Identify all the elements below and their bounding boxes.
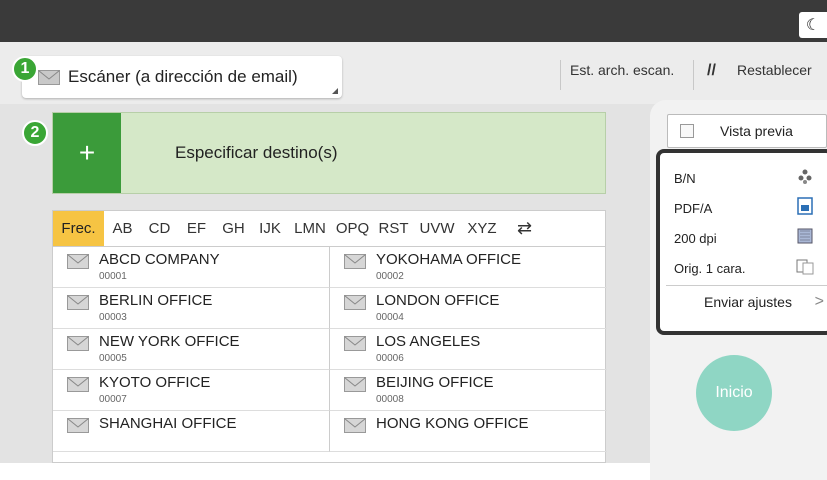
setting-original-sides[interactable]: Orig. 1 cara. xyxy=(660,253,827,283)
tab-xyz[interactable]: XYZ xyxy=(460,211,504,246)
tab-ef[interactable]: EF xyxy=(178,211,215,246)
entry-name: NEW YORK OFFICE xyxy=(99,333,240,350)
address-entry[interactable]: LOS ANGELES 00006 xyxy=(330,329,607,370)
envelope-icon xyxy=(344,336,366,351)
tab-ab[interactable]: AB xyxy=(104,211,141,246)
envelope-icon xyxy=(344,254,366,269)
setting-label: B/N xyxy=(674,171,696,186)
envelope-icon xyxy=(67,295,89,310)
entry-name: HONG KONG OFFICE xyxy=(376,415,529,432)
address-entry[interactable]: HONG KONG OFFICE xyxy=(330,411,607,452)
original-sides-icon xyxy=(796,259,814,275)
tab-cd[interactable]: CD xyxy=(141,211,178,246)
envelope-icon xyxy=(67,377,89,392)
entry-number: 00008 xyxy=(376,394,404,405)
entry-number: 00007 xyxy=(99,394,127,405)
dropdown-corner-icon xyxy=(332,88,338,94)
tab-frec[interactable]: Frec. xyxy=(53,211,104,246)
moon-icon[interactable]: ☾ xyxy=(799,12,827,38)
address-entry[interactable]: ABCD COMPANY 00001 xyxy=(53,247,330,288)
setting-label: 200 dpi xyxy=(674,231,717,246)
specify-destination-button[interactable]: + Especificar destino(s) xyxy=(52,112,606,194)
preview-checkbox[interactable] xyxy=(680,124,694,138)
tab-rst[interactable]: RST xyxy=(373,211,414,246)
entry-name: LOS ANGELES xyxy=(376,333,481,350)
scan-settings-panel: B/N PDF/A 200 dpi Orig. 1 cara. Enviar a… xyxy=(656,149,827,335)
setting-color[interactable]: B/N xyxy=(660,163,827,193)
start-button[interactable]: Inicio xyxy=(696,355,772,431)
envelope-icon xyxy=(67,254,89,269)
tab-lmn[interactable]: LMN xyxy=(288,211,332,246)
address-entry[interactable]: NEW YORK OFFICE 00005 xyxy=(53,329,330,370)
file-type-icon xyxy=(797,197,813,215)
setting-file-type[interactable]: PDF/A xyxy=(660,193,827,223)
toolbar-divider xyxy=(693,60,694,90)
entry-number: 00006 xyxy=(376,353,404,364)
address-entry[interactable]: KYOTO OFFICE 00007 xyxy=(53,370,330,411)
envelope-icon xyxy=(344,418,366,433)
plus-icon: + xyxy=(53,113,121,193)
tab-opq[interactable]: OPQ xyxy=(332,211,373,246)
specify-destination-label: Especificar destino(s) xyxy=(175,143,338,162)
address-book-tabs: Frec. AB CD EF GH IJK LMN OPQ RST UVW XY… xyxy=(53,211,605,247)
envelope-icon xyxy=(67,336,89,351)
entry-number: 00005 xyxy=(99,353,127,364)
top-bar: ☾ xyxy=(0,0,827,42)
preview-toggle[interactable]: Vista previa xyxy=(667,114,827,148)
scanner-mode-label: Escáner (a dirección de email) xyxy=(68,67,298,86)
send-settings-button[interactable]: Enviar ajustes > xyxy=(666,285,827,317)
step-badge-1: 1 xyxy=(12,56,38,82)
store-file-button[interactable]: Est. arch. escan. xyxy=(570,62,674,78)
tab-uvw[interactable]: UVW xyxy=(414,211,460,246)
address-entry[interactable]: BEIJING OFFICE 00008 xyxy=(330,370,607,411)
send-settings-label: Enviar ajustes xyxy=(704,293,792,310)
entry-name: LONDON OFFICE xyxy=(376,292,500,309)
setting-resolution[interactable]: 200 dpi xyxy=(660,223,827,253)
resolution-icon xyxy=(797,228,813,244)
preview-label: Vista previa xyxy=(720,123,793,139)
entry-number: 00003 xyxy=(99,312,127,323)
entry-name: ABCD COMPANY xyxy=(99,251,220,268)
address-list: ABCD COMPANY 00001 YOKOHAMA OFFICE 00002… xyxy=(53,247,607,452)
swap-icon[interactable]: ⇄ xyxy=(504,211,545,246)
reset-button[interactable]: Restablecer xyxy=(737,62,812,78)
tab-ijk[interactable]: IJK xyxy=(252,211,288,246)
toolbar-divider xyxy=(560,60,561,90)
address-entry[interactable]: SHANGHAI OFFICE xyxy=(53,411,330,452)
setting-label: PDF/A xyxy=(674,201,713,216)
entry-name: KYOTO OFFICE xyxy=(99,374,211,391)
color-mode-icon xyxy=(798,169,812,184)
entry-name: SHANGHAI OFFICE xyxy=(99,415,237,432)
envelope-icon xyxy=(67,418,89,433)
scanner-mode-select[interactable]: Escáner (a dirección de email) xyxy=(22,56,342,98)
step-badge-2: 2 xyxy=(22,120,48,146)
address-entry[interactable]: LONDON OFFICE 00004 xyxy=(330,288,607,329)
setting-label: Orig. 1 cara. xyxy=(674,261,746,276)
address-entry[interactable]: YOKOHAMA OFFICE 00002 xyxy=(330,247,607,288)
entry-number: 00001 xyxy=(99,271,127,282)
entry-name: YOKOHAMA OFFICE xyxy=(376,251,522,268)
entry-name: BEIJING OFFICE xyxy=(376,374,494,391)
entry-name: BERLIN OFFICE xyxy=(99,292,213,309)
address-entry[interactable]: BERLIN OFFICE 00003 xyxy=(53,288,330,329)
chevron-right-icon: > xyxy=(814,293,824,310)
reset-icon[interactable]: // xyxy=(707,62,716,80)
envelope-icon xyxy=(344,295,366,310)
envelope-icon xyxy=(38,69,60,85)
entry-number: 00002 xyxy=(376,271,404,282)
address-book: Frec. AB CD EF GH IJK LMN OPQ RST UVW XY… xyxy=(52,210,607,463)
entry-number: 00004 xyxy=(376,312,404,323)
envelope-icon xyxy=(344,377,366,392)
tab-gh[interactable]: GH xyxy=(215,211,252,246)
